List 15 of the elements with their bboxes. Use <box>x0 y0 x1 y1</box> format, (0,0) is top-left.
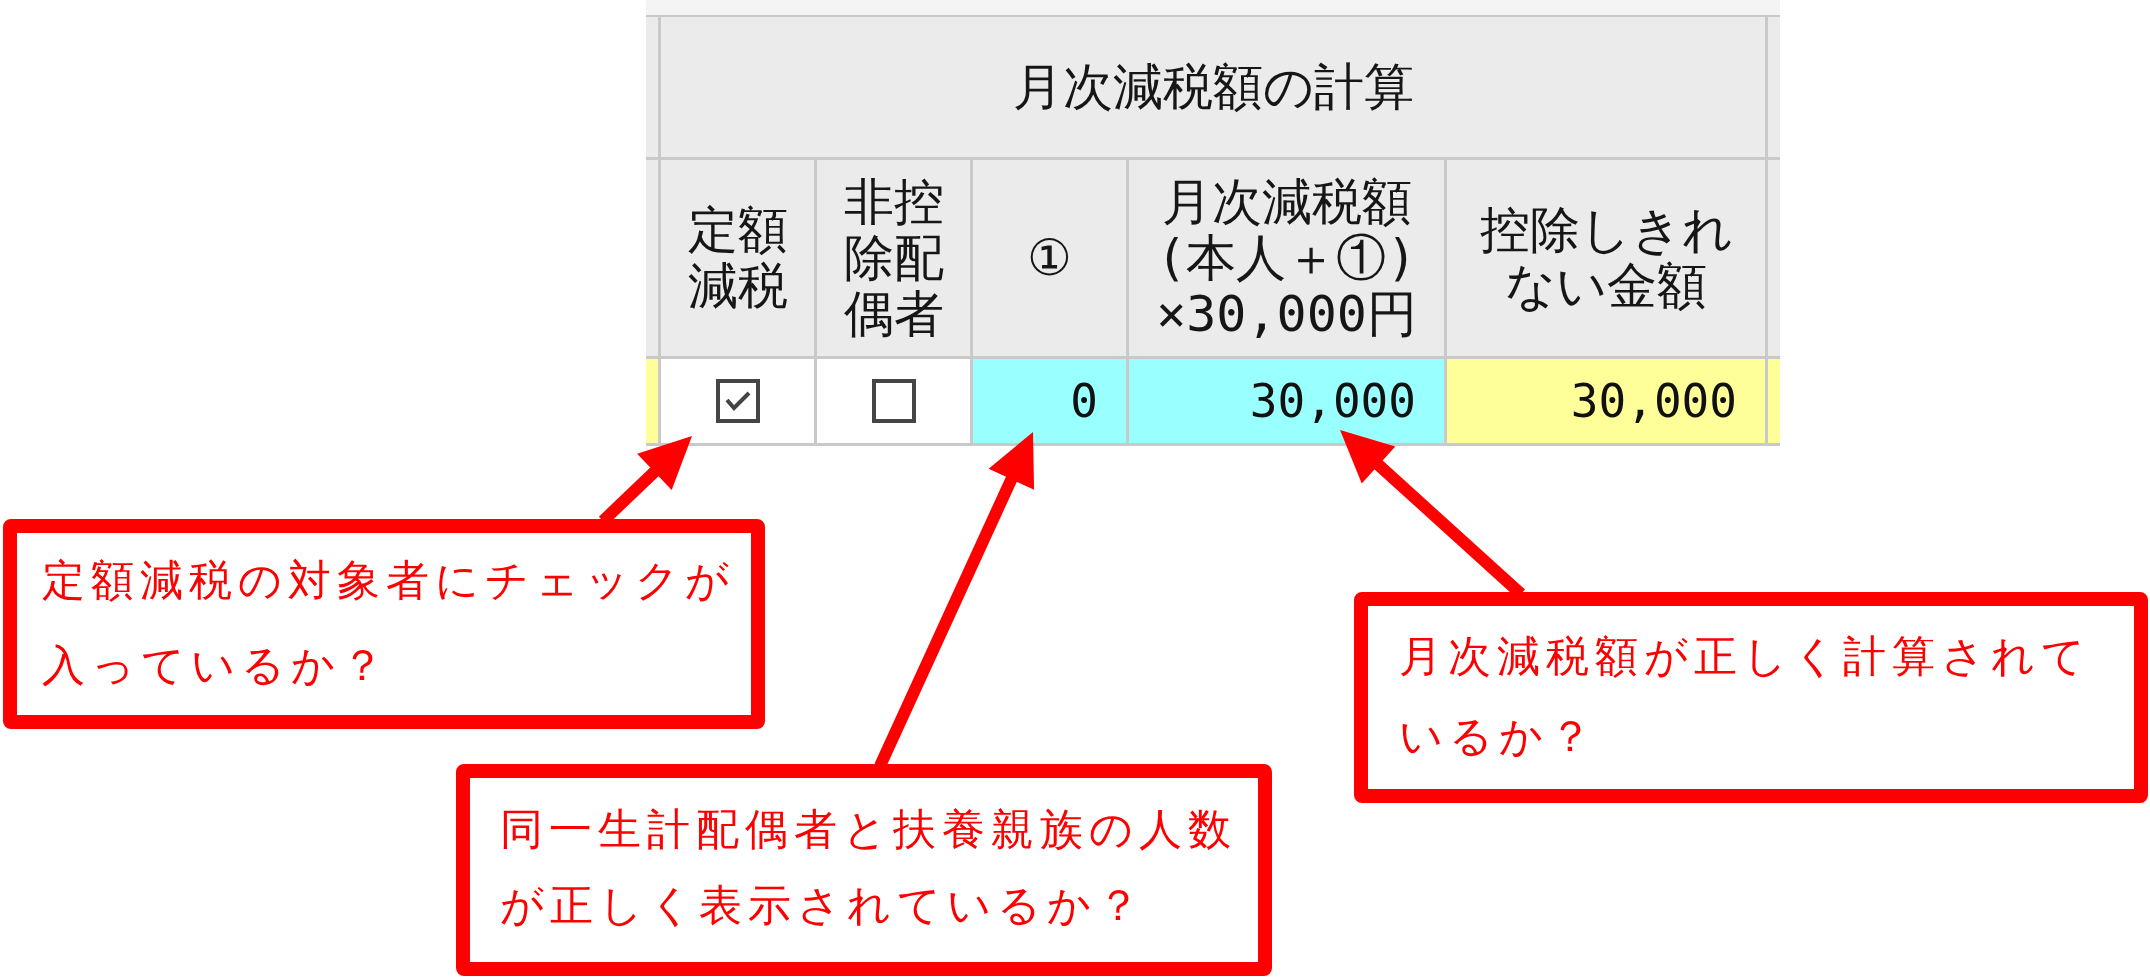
column-header: 非控除配偶者 <box>817 160 970 356</box>
checkbox[interactable] <box>871 379 916 423</box>
checkbox[interactable] <box>715 379 760 423</box>
callout-text: 定額減税の対象者にチェックが入っているか？ <box>42 554 736 692</box>
callout-text: 同一生計配偶者と扶養親族の人数が正しく表示されているか？ <box>500 803 1238 932</box>
column-header: 定額減税 <box>661 160 814 356</box>
table-cell: 0 <box>973 359 1126 443</box>
column-header: 月次減税額(本人＋①)×30,000円 <box>1129 160 1444 356</box>
check-icon <box>724 391 751 411</box>
group-header: 月次減税額の計算 <box>661 17 1765 157</box>
callout-text: 月次減税額が正しく計算されているか？ <box>1399 630 2092 763</box>
table-cell: 30,000 <box>1447 359 1765 443</box>
column-header: ① <box>973 160 1126 356</box>
table-cell: 30,000 <box>1129 359 1444 443</box>
column-header: 控除しきれない金額 <box>1447 160 1765 356</box>
